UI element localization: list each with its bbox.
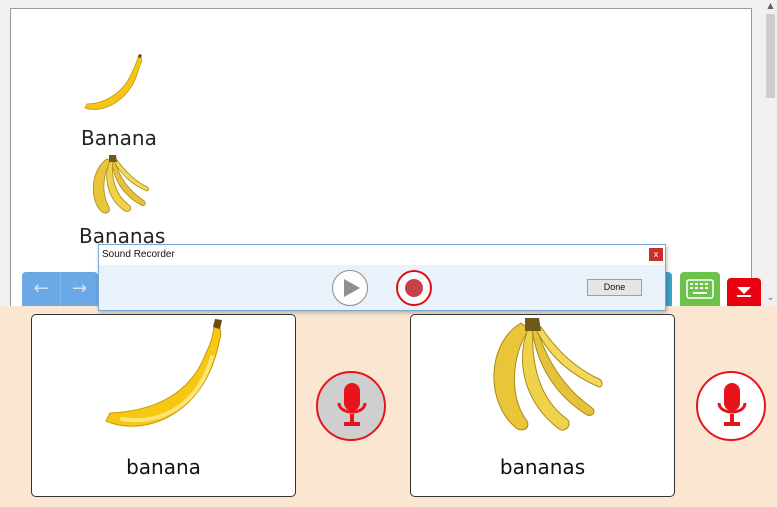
dialog-body: Done (99, 265, 665, 310)
play-icon (344, 279, 360, 297)
navigation-buttons: ← → (22, 272, 98, 306)
close-button[interactable]: x (649, 248, 663, 261)
banana-icon (84, 54, 143, 110)
word-label: banana (126, 455, 201, 479)
record-button[interactable] (396, 270, 432, 306)
play-button[interactable] (332, 270, 368, 306)
collapse-panel-button[interactable] (727, 278, 761, 306)
keyboard-button[interactable] (680, 272, 720, 306)
scroll-thumb[interactable] (766, 14, 775, 98)
dialog-titlebar[interactable]: Sound Recorder x (99, 245, 665, 265)
word-card-bananas[interactable]: bananas (410, 314, 675, 497)
record-word-button-banana[interactable] (316, 371, 386, 441)
dialog-title: Sound Recorder (102, 249, 175, 260)
microphone-icon (337, 383, 367, 426)
collapse-down-icon (737, 287, 751, 297)
word-label: bananas (499, 455, 586, 479)
record-icon (405, 279, 423, 297)
microphone-icon (717, 383, 747, 426)
arrow-right-icon[interactable]: → (60, 272, 98, 306)
banana-icon (105, 319, 222, 427)
done-button[interactable]: Done (587, 279, 642, 296)
bananas-bunch-icon (92, 155, 149, 214)
vertical-scrollbar[interactable]: ▲ ⌄ (764, 0, 777, 306)
record-word-button-bananas[interactable] (696, 371, 766, 441)
bananas-bunch-icon (493, 318, 603, 431)
scroll-down-icon[interactable]: ⌄ (764, 292, 777, 304)
sound-recorder-dialog: Sound Recorder x Done (98, 244, 666, 311)
word-card-banana[interactable]: banana (31, 314, 296, 497)
doc-item-label-banana: Banana (81, 126, 157, 150)
keyboard-icon (686, 279, 714, 299)
scroll-up-icon[interactable]: ▲ (764, 0, 777, 12)
arrow-left-icon[interactable]: ← (22, 272, 60, 306)
